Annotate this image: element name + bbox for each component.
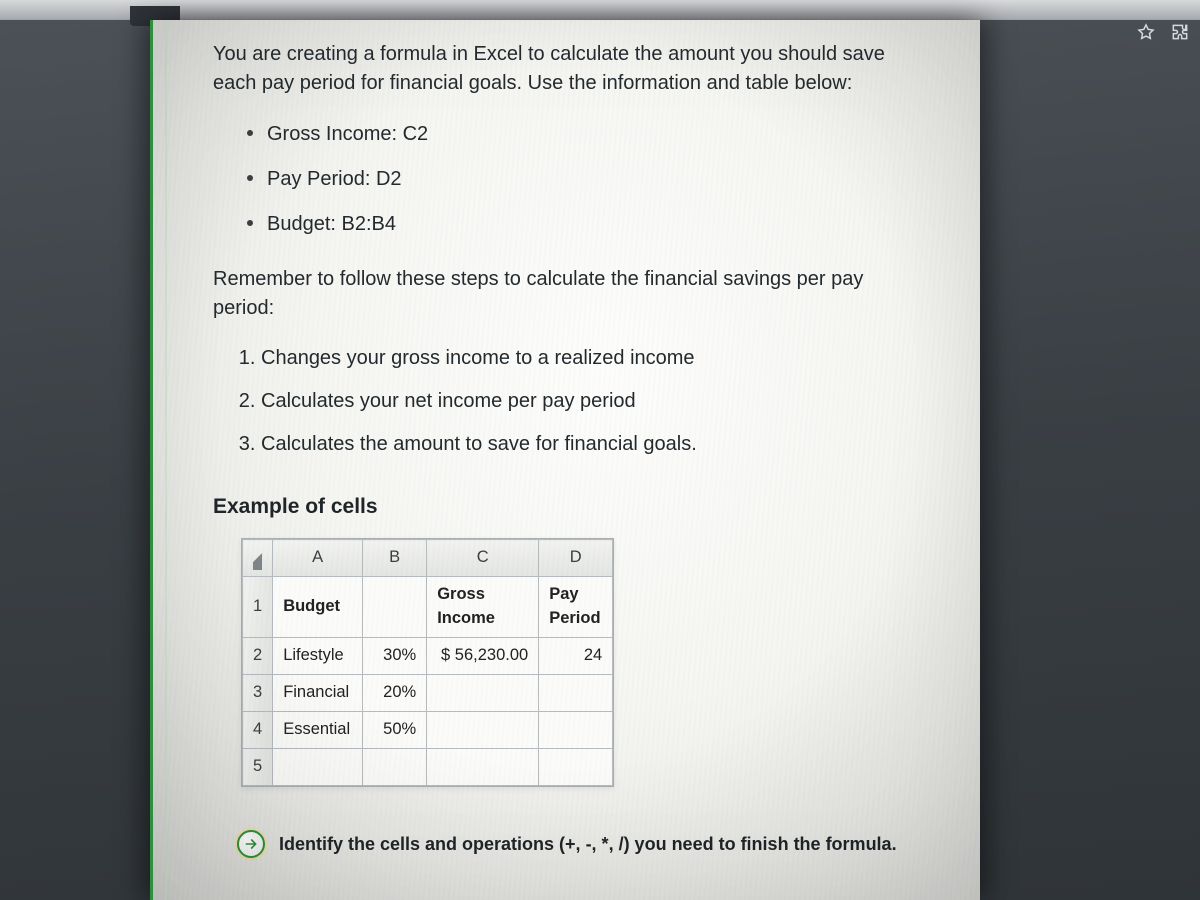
col-header-A: A [273, 540, 363, 577]
bullet-budget: Budget: B2:B4 [247, 202, 920, 247]
cell-B3: 20% [363, 675, 427, 712]
arrow-right-icon [237, 830, 265, 858]
steps-list: Changes your gross income to a realized … [261, 337, 920, 466]
row-1: 1 Budget Gross Income Pay Period [243, 577, 613, 638]
cell-D4 [539, 712, 613, 749]
cell-C3 [427, 675, 539, 712]
cell-A4: Essential [273, 712, 363, 749]
step-3: Calculates the amount to save for financ… [261, 423, 920, 466]
row-header-1: 1 [243, 577, 273, 638]
cell-B5 [363, 748, 427, 785]
cell-B4: 50% [363, 712, 427, 749]
row-header-4: 4 [243, 712, 273, 749]
puzzle-icon[interactable] [1170, 22, 1190, 42]
cell-A3: Financial [273, 675, 363, 712]
cell-C1-line1: Gross [437, 585, 485, 603]
col-header-C: C [427, 540, 539, 577]
task-prompt-text: Identify the cells and operations (+, -,… [279, 831, 897, 857]
cell-A2: Lifestyle [273, 638, 363, 675]
cell-C2: $ 56,230.00 [427, 638, 539, 675]
cell-D3 [539, 675, 613, 712]
row-header-2: 2 [243, 638, 273, 675]
cell-D1-line2: Period [549, 609, 600, 627]
col-header-row: A B C D [243, 540, 613, 577]
page-card: You are creating a formula in Excel to c… [150, 20, 980, 900]
cell-D1-line1: Pay [549, 585, 578, 603]
row-header-5: 5 [243, 748, 273, 785]
select-all-corner [243, 540, 273, 577]
browser-chrome-strip [0, 0, 1200, 20]
step-2: Calculates your net income per pay perio… [261, 380, 920, 423]
col-header-D: D [539, 540, 613, 577]
bullet-gross-income: Gross Income: C2 [247, 112, 920, 157]
spreadsheet-mock: A B C D 1 Budget Gross Income Pay Period [241, 538, 614, 786]
browser-action-icons [1136, 22, 1190, 42]
star-icon[interactable] [1136, 22, 1156, 42]
cell-C5 [427, 748, 539, 785]
cell-A5 [273, 748, 363, 785]
row-header-3: 3 [243, 675, 273, 712]
cell-C4 [427, 712, 539, 749]
row-3: 3 Financial 20% [243, 675, 613, 712]
intro-text: You are creating a formula in Excel to c… [213, 40, 920, 98]
info-bullets: Gross Income: C2 Pay Period: D2 Budget: … [247, 112, 920, 247]
cell-B1 [363, 577, 427, 638]
bullet-pay-period: Pay Period: D2 [247, 157, 920, 202]
cell-C1-line2: Income [437, 609, 495, 627]
row-5: 5 [243, 748, 613, 785]
cell-B2: 30% [363, 638, 427, 675]
cell-D1: Pay Period [539, 577, 613, 638]
cell-C1: Gross Income [427, 577, 539, 638]
task-prompt: Identify the cells and operations (+, -,… [237, 830, 920, 858]
cell-D5 [539, 748, 613, 785]
page-content: You are creating a formula in Excel to c… [153, 20, 980, 878]
remember-text: Remember to follow these steps to calcul… [213, 265, 920, 323]
cell-D2: 24 [539, 638, 613, 675]
row-2: 2 Lifestyle 30% $ 56,230.00 24 [243, 638, 613, 675]
cell-A1: Budget [273, 577, 363, 638]
step-1: Changes your gross income to a realized … [261, 337, 920, 380]
example-heading: Example of cells [213, 492, 920, 522]
col-header-B: B [363, 540, 427, 577]
row-4: 4 Essential 50% [243, 712, 613, 749]
